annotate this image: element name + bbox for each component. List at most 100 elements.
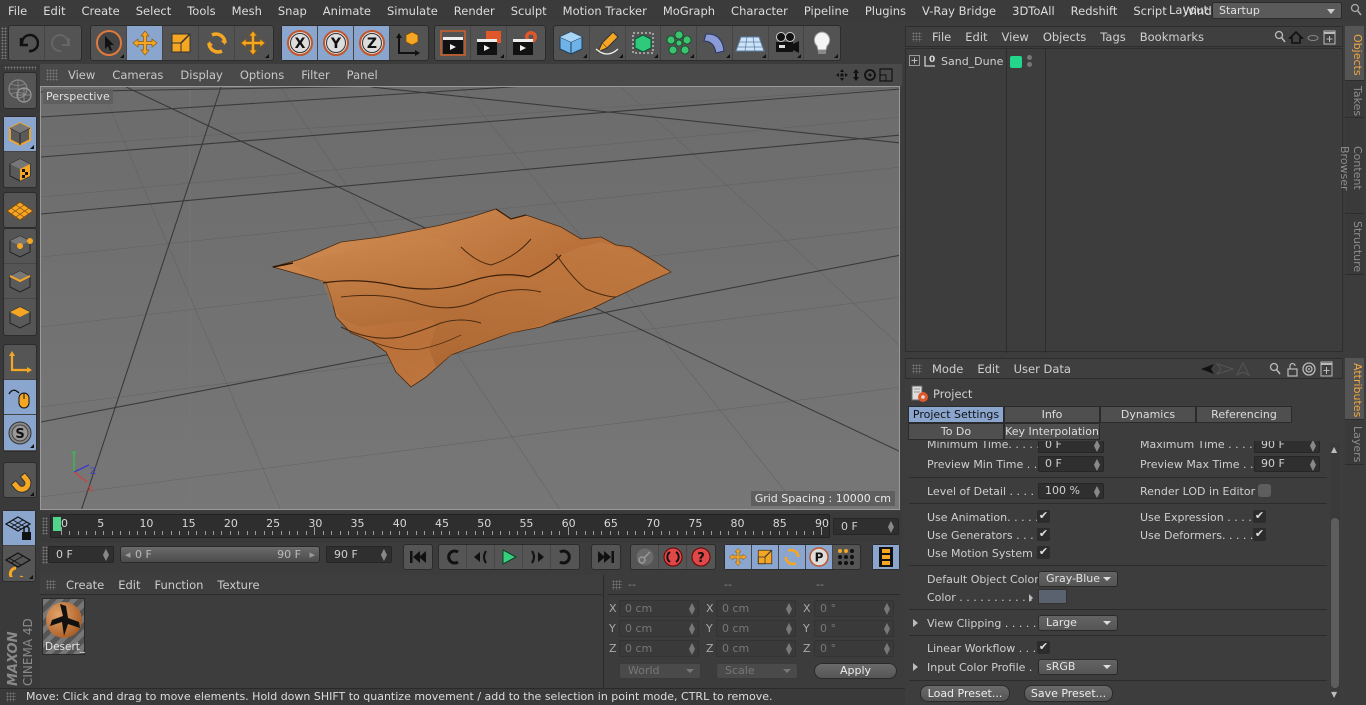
tab-referencing[interactable]: Referencing bbox=[1196, 406, 1292, 423]
material-thumbnail[interactable]: Desert_S bbox=[42, 598, 85, 655]
scroll-down-icon[interactable]: ▼ bbox=[1331, 690, 1337, 699]
new-window-icon[interactable] bbox=[1323, 30, 1336, 45]
menu-mograph[interactable]: MoGraph bbox=[655, 4, 723, 18]
recent-tool-button[interactable] bbox=[235, 26, 271, 60]
spinner-icon[interactable]: ▲ ▼ bbox=[1310, 441, 1316, 453]
save-preset-button[interactable]: Save Preset... bbox=[1024, 685, 1113, 702]
object-menu-tags[interactable]: Tags bbox=[1100, 30, 1125, 44]
load-preset-button[interactable]: Load Preset... bbox=[920, 685, 1010, 702]
home-icon[interactable] bbox=[1288, 30, 1304, 44]
menu-file[interactable]: File bbox=[0, 4, 35, 18]
tab-takes[interactable]: Takes bbox=[1345, 82, 1364, 118]
spinner-icon[interactable]: ▲ ▼ bbox=[103, 548, 109, 562]
render-visibility-dot[interactable] bbox=[1027, 62, 1032, 67]
material-menu-texture[interactable]: Texture bbox=[217, 578, 259, 592]
object-row[interactable]: 0 Sand_Dune bbox=[906, 51, 1344, 71]
light-button[interactable] bbox=[804, 26, 840, 60]
menu-snap[interactable]: Snap bbox=[270, 4, 315, 18]
z-axis-lock-button[interactable]: Z bbox=[354, 26, 390, 60]
menu-3dtoall[interactable]: 3DToAll bbox=[1004, 4, 1063, 18]
camera-button[interactable] bbox=[769, 26, 805, 60]
tab-layers[interactable]: Layers bbox=[1345, 421, 1364, 465]
maximize-view-icon[interactable] bbox=[879, 68, 893, 82]
coordinate-mode-dropdown[interactable]: World bbox=[619, 663, 701, 679]
spinner-icon[interactable]: ▲ ▼ bbox=[786, 642, 792, 656]
camera-label[interactable]: Perspective bbox=[43, 89, 113, 104]
spinner-icon[interactable]: ▲ ▼ bbox=[1310, 458, 1316, 472]
new-window-icon[interactable] bbox=[1320, 361, 1333, 377]
current-frame-field[interactable]: 0 F ▲ ▼ bbox=[833, 518, 899, 535]
apply-button[interactable]: Apply bbox=[814, 663, 897, 679]
playhead[interactable] bbox=[53, 517, 61, 531]
viewport-menu-view[interactable]: View bbox=[68, 68, 95, 82]
view-clipping-dropdown[interactable]: Large bbox=[1038, 615, 1118, 631]
end-frame-field[interactable]: 90 F ▲ ▼ bbox=[326, 546, 392, 563]
size-x-field[interactable]: 0 cm ▲ ▼ bbox=[716, 600, 796, 617]
menu-create[interactable]: Create bbox=[74, 4, 128, 18]
minimum-time-field[interactable]: 0 F ▲ ▼ bbox=[1038, 441, 1104, 453]
expand-arrow-icon[interactable] bbox=[1029, 594, 1033, 602]
level-of-detail-field[interactable]: 100 % ▲ ▼ bbox=[1038, 483, 1104, 499]
cube-object-button[interactable] bbox=[554, 26, 590, 60]
tab-content-browser[interactable]: Content Browser bbox=[1338, 119, 1364, 214]
workplane-mode-button[interactable] bbox=[4, 193, 36, 228]
slider-left-arrow-icon[interactable]: ◂ bbox=[125, 547, 131, 562]
next-key-button[interactable] bbox=[551, 545, 579, 569]
autokeying-button[interactable] bbox=[659, 545, 687, 569]
coordinate-system-button[interactable] bbox=[390, 26, 426, 60]
move-tool-button[interactable] bbox=[127, 26, 163, 60]
timeline-window-button[interactable] bbox=[873, 545, 899, 569]
timeline-grip[interactable] bbox=[42, 517, 48, 535]
menu-animate[interactable]: Animate bbox=[315, 4, 379, 18]
tweak-mode-button[interactable] bbox=[4, 380, 36, 415]
menu-sculpt[interactable]: Sculpt bbox=[503, 4, 555, 18]
spinner-icon[interactable]: ▲ ▼ bbox=[884, 642, 890, 656]
material-menu-edit[interactable]: Edit bbox=[118, 578, 140, 592]
viewport-grip[interactable] bbox=[46, 69, 58, 81]
deformer-button[interactable] bbox=[697, 26, 733, 60]
position-x-field[interactable]: 0 cm ▲ ▼ bbox=[619, 600, 699, 617]
pan-icon[interactable] bbox=[836, 69, 848, 81]
object-menu-view[interactable]: View bbox=[1002, 30, 1029, 44]
orbit-icon[interactable] bbox=[864, 69, 876, 81]
tab-to-do[interactable]: To Do bbox=[908, 423, 1004, 440]
key-position-button[interactable] bbox=[725, 545, 752, 569]
layer-color-swatch[interactable] bbox=[1010, 56, 1022, 68]
material-grip[interactable] bbox=[46, 579, 56, 590]
back-arrow-icon[interactable] bbox=[1201, 364, 1214, 374]
attributes-grip[interactable] bbox=[912, 363, 922, 374]
use-animation-checkbox[interactable]: ✔ bbox=[1037, 510, 1050, 523]
y-axis-lock-button[interactable]: Y bbox=[318, 26, 354, 60]
key-rotation-button[interactable] bbox=[779, 545, 806, 569]
layout-dropdown[interactable]: Startup bbox=[1212, 2, 1342, 19]
live-selection-button[interactable] bbox=[91, 26, 127, 60]
position-z-field[interactable]: 0 cm ▲ ▼ bbox=[619, 640, 699, 657]
spinner-icon[interactable]: ▲ ▼ bbox=[884, 622, 890, 636]
size-mode-dropdown[interactable]: Scale bbox=[716, 663, 798, 679]
snap-button[interactable] bbox=[4, 463, 36, 498]
cloner-button[interactable] bbox=[661, 26, 697, 60]
forward-arrow-icon[interactable] bbox=[1215, 363, 1235, 375]
tab-dynamics[interactable]: Dynamics bbox=[1100, 406, 1196, 423]
material-menu-create[interactable]: Create bbox=[66, 578, 104, 592]
menu-motion-tracker[interactable]: Motion Tracker bbox=[555, 4, 655, 18]
expand-arrow-icon[interactable] bbox=[913, 663, 918, 671]
rotation-h-field[interactable]: 0 ° ▲ ▼ bbox=[814, 600, 894, 617]
size-z-field[interactable]: 0 cm ▲ ▼ bbox=[716, 640, 796, 657]
use-expression-checkbox[interactable]: ✔ bbox=[1253, 510, 1266, 523]
scroll-up-icon[interactable]: ▲ bbox=[1331, 445, 1337, 454]
previous-frame-button[interactable] bbox=[467, 545, 495, 569]
key-scale-button[interactable] bbox=[752, 545, 779, 569]
size-y-field[interactable]: 0 cm ▲ ▼ bbox=[716, 620, 796, 637]
planar-workplane-button[interactable] bbox=[3, 546, 35, 581]
spinner-icon[interactable]: ▲ ▼ bbox=[1094, 458, 1100, 472]
make-editable-button[interactable] bbox=[4, 73, 36, 108]
input-color-profile-dropdown[interactable]: sRGB bbox=[1038, 659, 1118, 675]
tab-objects[interactable]: Objects bbox=[1345, 26, 1364, 81]
object-menu-file[interactable]: File bbox=[932, 30, 951, 44]
target-icon[interactable] bbox=[1302, 362, 1316, 376]
next-frame-button[interactable] bbox=[523, 545, 551, 569]
menu-script[interactable]: Script bbox=[1125, 4, 1174, 18]
key-pla-button[interactable] bbox=[833, 545, 860, 569]
expand-icon[interactable] bbox=[909, 55, 920, 66]
